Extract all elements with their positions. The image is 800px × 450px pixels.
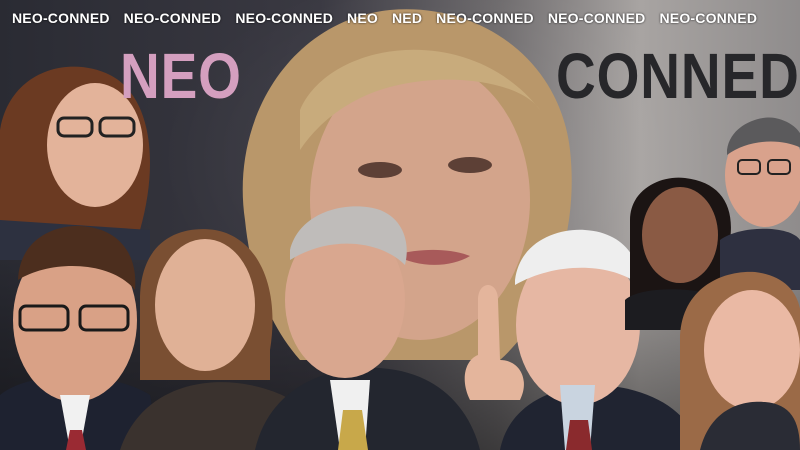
band-text-6: NEO-CONNED [436,10,534,26]
band-text-5: NED [391,10,423,26]
band-text-2: NEO-CONNED [123,10,222,26]
headline-neo: NEO [120,40,242,112]
band-text-8: NEO-CONNED [659,10,758,26]
band-text-7: NEO-CONNED [547,10,646,26]
portrait-bottom-right-woman [680,271,800,450]
band-text-4: NEO [347,10,378,26]
top-text-band: NEO-CONNED NEO-CONNED NEO-CONNED NEO NED… [0,10,800,36]
headline-conned: CONNED [556,40,800,112]
band-text-3: NEO-CONNED [235,10,334,26]
portrait-top-right-man [720,117,800,290]
band-text-1: NEO-CONNED [12,10,110,26]
collage-image: NEO-CONNED NEO-CONNED NEO-CONNED NEO NED… [0,0,800,450]
